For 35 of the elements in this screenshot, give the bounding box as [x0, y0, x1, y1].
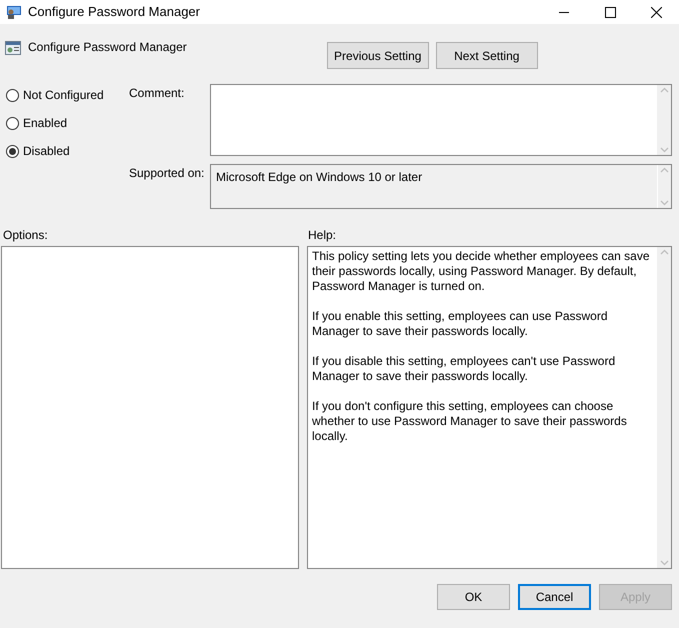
help-label: Help:: [308, 227, 336, 244]
dialog-button[interactable]: Cancel: [518, 584, 591, 610]
help-paragraph: This policy setting lets you decide whether employees can save their passwords locally, using Password Manager. By default, Password Manager is turned on.: [312, 249, 651, 294]
scroll-down-icon[interactable]: [660, 560, 668, 566]
help-paragraph: If you enable this setting, employees can use Password Manager to save their passwords locally.: [312, 309, 608, 339]
radio-option[interactable]: Enabled: [6, 114, 124, 132]
computer-user-icon: [6, 4, 22, 20]
window-title: Configure Password Manager: [28, 3, 200, 22]
help-paragraph: If you don't configure this setting, employees can choose whether to use Password Manager to save their passwords locally.: [312, 399, 628, 444]
setting-nav-button[interactable]: Next Setting: [436, 42, 538, 69]
scroll-up-icon[interactable]: [660, 167, 669, 173]
policy-settings-icon: [5, 40, 21, 56]
supported-on-text: Microsoft Edge on Windows 10 or later: [215, 169, 424, 186]
setting-nav-button[interactable]: Previous Setting: [326, 42, 429, 69]
maximize-icon: [604, 6, 616, 18]
supported-on-label: Supported on:: [128, 165, 206, 182]
scrollbar[interactable]: [657, 247, 671, 568]
scroll-up-icon[interactable]: [660, 249, 668, 255]
scroll-down-icon[interactable]: [660, 147, 668, 153]
comment-field[interactable]: [210, 84, 672, 156]
radio-option[interactable]: Disabled: [6, 142, 124, 160]
scroll-down-icon[interactable]: [660, 200, 669, 206]
help-paragraph: If you disable this setting, employees can't use Password Manager to save their passwords locally.: [312, 354, 616, 384]
options-label: Options:: [2, 227, 49, 244]
scroll-up-icon[interactable]: [660, 87, 668, 93]
radio-option[interactable]: Not Configured: [6, 86, 124, 104]
scrollbar[interactable]: [657, 165, 671, 208]
radio-button[interactable]: [6, 116, 19, 130]
close-icon: [650, 6, 662, 18]
comment-label: Comment:: [128, 85, 186, 102]
radio-button[interactable]: [6, 144, 19, 158]
dialog-button[interactable]: OK: [437, 584, 510, 610]
radio-button[interactable]: [6, 88, 19, 102]
scrollbar[interactable]: [657, 85, 671, 155]
policy-title: Configure Password Manager: [28, 39, 187, 56]
